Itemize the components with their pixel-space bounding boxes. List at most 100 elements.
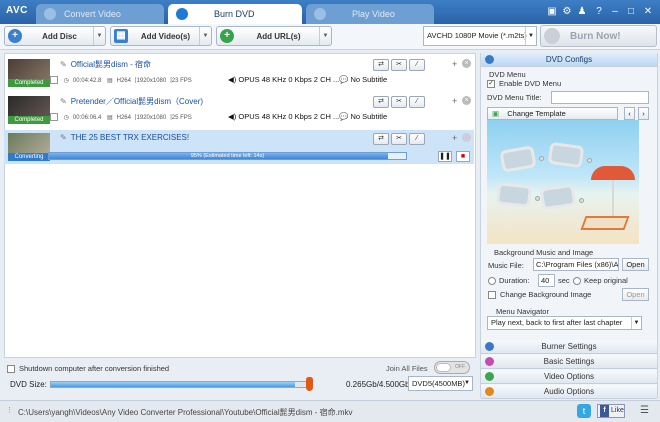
- enable-menu-checkbox[interactable]: ✓: [487, 79, 495, 88]
- maximize-icon[interactable]: □: [625, 6, 637, 18]
- menu-icon[interactable]: ☰: [640, 405, 649, 416]
- resolution: 1920x1080: [136, 77, 167, 84]
- scissors-icon[interactable]: ✂: [391, 96, 407, 108]
- convert-settings-icon[interactable]: ⇄: [373, 133, 389, 145]
- chevron-down-icon[interactable]: ▼: [319, 27, 331, 45]
- file-meta: ◷ 00:06:06.4 ▤ H264 |1920x1080 |25 FPS: [50, 113, 196, 121]
- status-file-path: C:\Users\yangh\Videos\Any Video Converte…: [18, 408, 353, 417]
- shutdown-checkbox[interactable]: [7, 364, 15, 373]
- add-icon[interactable]: +: [452, 133, 457, 143]
- subtitle-icon: 💬: [339, 75, 349, 84]
- flame-icon: [485, 342, 494, 351]
- enable-menu-option[interactable]: ✓ Enable DVD Menu: [487, 79, 561, 88]
- open-music-button[interactable]: Open: [622, 258, 649, 271]
- output-profile-select[interactable]: AVCHD 1080P Movie (*.m2ts) ▼: [423, 26, 537, 46]
- edit-icon[interactable]: ✎: [60, 133, 67, 142]
- monitor-icon[interactable]: ▣: [546, 6, 558, 18]
- tab-convert-video[interactable]: Convert Video: [36, 4, 164, 24]
- file-title[interactable]: ✎ Pretender／Official髭男dism（Cover): [60, 96, 203, 107]
- add-urls-button[interactable]: + Add URL(s) ▼: [216, 26, 332, 46]
- file-row[interactable]: Completed ✎ Pretender／Official髭男dism（Cove…: [4, 93, 474, 127]
- add-icon[interactable]: +: [452, 96, 457, 106]
- add-icon[interactable]: +: [452, 59, 457, 69]
- magic-wand-icon[interactable]: ⁄: [409, 59, 425, 71]
- shutdown-option[interactable]: Shutdown computer after conversion finis…: [7, 364, 169, 373]
- file-title[interactable]: ✎ Official髭男dism - 宿命: [60, 59, 151, 70]
- duration-input[interactable]: 40: [538, 274, 555, 287]
- facebook-like-button[interactable]: f Like: [597, 404, 625, 418]
- duration-radio[interactable]: [488, 277, 496, 286]
- video-options-header[interactable]: Video Options: [481, 370, 657, 384]
- file-row-converting[interactable]: Converting ✎ THE 25 BEST TRX EXERCISES! 9…: [4, 130, 474, 164]
- codec: H264: [116, 77, 131, 84]
- add-videos-button[interactable]: ▦ Add Video(s) ▼: [110, 26, 212, 46]
- convert-settings-icon[interactable]: ⇄: [373, 96, 389, 108]
- help-icon[interactable]: ?: [593, 6, 605, 18]
- video-options-icon: [485, 372, 494, 381]
- chevron-down-icon[interactable]: ▼: [199, 27, 211, 45]
- change-template-button[interactable]: ▣ Change Template: [487, 107, 618, 120]
- template-icon: ▣: [492, 109, 500, 118]
- twitter-icon[interactable]: t: [577, 404, 591, 418]
- open-image-button[interactable]: Open: [622, 288, 649, 301]
- stop-button[interactable]: ■: [456, 151, 470, 162]
- burner-settings-header[interactable]: Burner Settings: [481, 340, 657, 354]
- file-checkbox[interactable]: [50, 113, 58, 121]
- edit-icon[interactable]: ✎: [60, 97, 67, 106]
- gear-icon[interactable]: ⚙: [561, 6, 573, 18]
- video-thumbnail: Completed: [8, 59, 50, 87]
- keep-original-radio[interactable]: [573, 277, 581, 286]
- duration-option[interactable]: Duration:: [488, 276, 529, 286]
- magic-wand-icon[interactable]: ⁄: [409, 96, 425, 108]
- next-template-button[interactable]: ›: [638, 107, 649, 120]
- dvd-configs-header[interactable]: DVD Configs: [481, 53, 657, 67]
- edit-icon[interactable]: ✎: [60, 60, 67, 69]
- menu-navigator-select[interactable]: Play next, back to first after last chap…: [487, 316, 642, 330]
- audio-track-select[interactable]: ◀) OPUS 48 KHz 0 Kbps 2 CH ...: [228, 75, 339, 84]
- change-bg-checkbox[interactable]: [488, 290, 496, 299]
- basic-settings-header[interactable]: Basic Settings: [481, 355, 657, 369]
- magic-wand-icon[interactable]: ⁄: [409, 133, 425, 145]
- scissors-icon[interactable]: ✂: [391, 59, 407, 71]
- subtitle-select[interactable]: 💬 No Subtitle: [339, 75, 387, 84]
- add-disc-button[interactable]: + Add Disc ▼: [4, 26, 106, 46]
- remove-icon[interactable]: [462, 133, 471, 142]
- subtitle-value: No Subtitle: [350, 112, 388, 121]
- remove-icon[interactable]: ×: [462, 59, 471, 68]
- shutdown-label: Shutdown computer after conversion finis…: [19, 364, 170, 373]
- subtitle-select[interactable]: 💬 No Subtitle: [339, 112, 387, 121]
- remove-icon[interactable]: ×: [462, 96, 471, 105]
- convert-icon: [44, 8, 56, 20]
- burn-now-button[interactable]: Burn Now!: [540, 25, 657, 47]
- audio-options-header[interactable]: Audio Options: [481, 385, 657, 399]
- menu-title-input[interactable]: [551, 91, 649, 104]
- dvd-type-select[interactable]: DVD5(4500MB) ▼: [408, 376, 473, 391]
- tab-play-video[interactable]: Play Video: [306, 4, 434, 24]
- dvd-size-marker[interactable]: [306, 377, 313, 391]
- row-actions: ⇄ ✂ ⁄: [373, 133, 425, 145]
- audio-options-icon: [485, 387, 494, 396]
- user-icon[interactable]: ♟: [576, 6, 588, 18]
- chevron-down-icon[interactable]: ▼: [93, 27, 105, 45]
- keep-original-option[interactable]: Keep original: [573, 276, 628, 286]
- change-bg-label: Change Background Image: [500, 290, 592, 299]
- file-title-text: THE 25 BEST TRX EXERCISES!: [70, 133, 190, 142]
- settings-icon: [485, 357, 494, 366]
- music-file-input[interactable]: C:\Program Files (x86)\A: [533, 258, 619, 271]
- file-row[interactable]: Completed ✎ Official髭男dism - 宿命 ◷ 00:04:42…: [4, 56, 474, 90]
- change-bg-option[interactable]: Change Background Image: [488, 290, 591, 299]
- audio-track-select[interactable]: ◀) OPUS 48 KHz 0 Kbps 2 CH ...: [228, 112, 339, 121]
- close-icon[interactable]: ✕: [642, 6, 654, 18]
- file-title[interactable]: ✎ THE 25 BEST TRX EXERCISES!: [60, 133, 189, 142]
- pause-button[interactable]: ❚❚: [438, 151, 452, 162]
- globe-icon: +: [220, 29, 234, 43]
- join-all-toggle[interactable]: OFF: [434, 361, 470, 374]
- convert-settings-icon[interactable]: ⇄: [373, 59, 389, 71]
- tab-burn-dvd[interactable]: Burn DVD: [168, 4, 302, 24]
- file-checkbox[interactable]: [50, 76, 58, 84]
- scissors-icon[interactable]: ✂: [391, 133, 407, 145]
- umbrella-image: [591, 166, 635, 180]
- beach-chair-image: [580, 216, 630, 230]
- minimize-icon[interactable]: –: [609, 6, 621, 18]
- prev-template-button[interactable]: ‹: [624, 107, 635, 120]
